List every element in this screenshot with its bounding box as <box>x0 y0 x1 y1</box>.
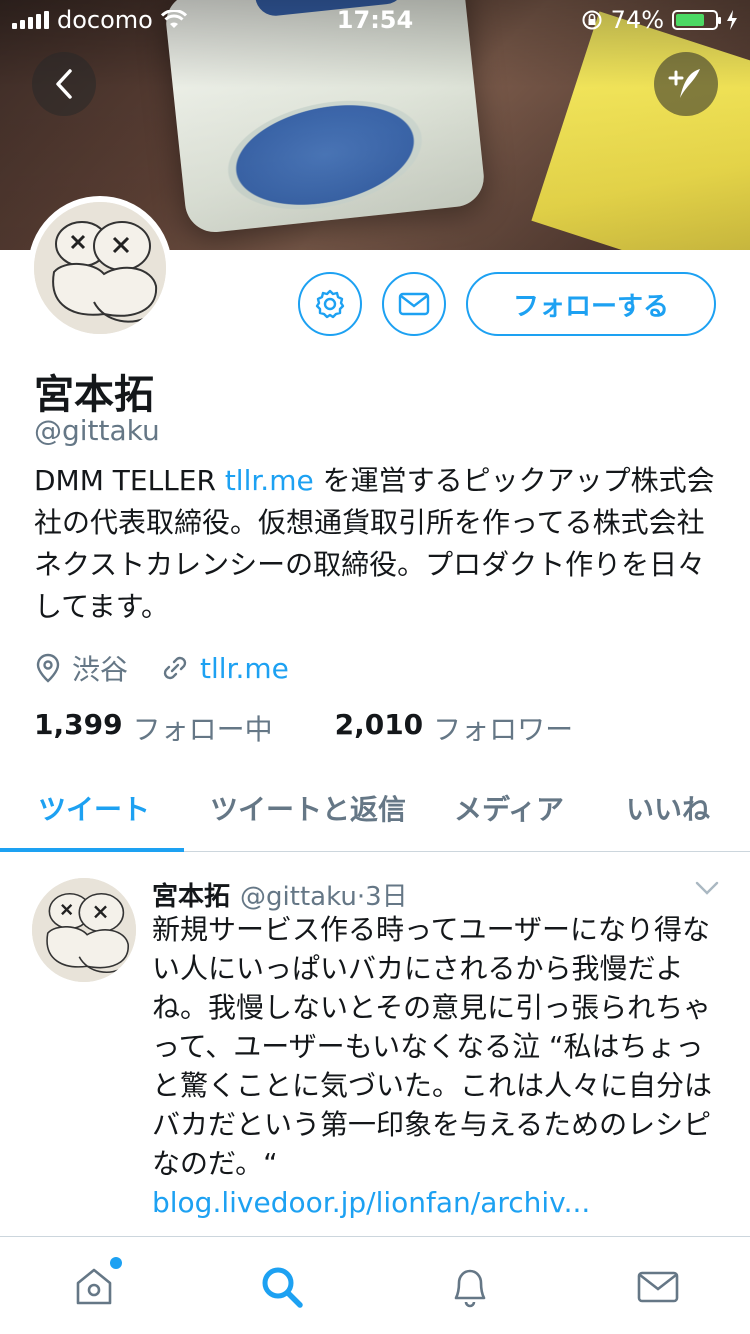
profile-tabs: ツイート ツイートと返信 メディア いいね <box>0 766 750 852</box>
messages-icon <box>637 1271 679 1303</box>
avatar-illustration <box>34 202 166 334</box>
website-link[interactable]: tllr.me <box>200 652 289 685</box>
tweet-time: 3日 <box>365 882 408 912</box>
following-label: フォロー中 <box>132 713 273 746</box>
tweet-author-handle: @gittaku <box>240 882 357 912</box>
settings-button[interactable] <box>298 272 362 336</box>
message-icon <box>398 292 430 316</box>
tweet-separator: · <box>356 882 366 912</box>
tweet-link[interactable]: blog.livedoor.jp/lionfan/archiv... <box>152 1183 722 1222</box>
status-right: 74% <box>581 6 738 34</box>
follow-counts: 1,399 フォロー中 2,010 フォロワー <box>34 708 635 748</box>
followers-number: 2,010 <box>334 708 424 741</box>
website-item[interactable]: tllr.me <box>160 652 289 685</box>
location-item: 渋谷 <box>34 648 128 688</box>
link-icon <box>163 656 187 680</box>
followers-count[interactable]: 2,010 フォロワー <box>335 708 574 748</box>
tab-tweets-and-replies[interactable]: ツイートと返信 <box>210 788 406 828</box>
rotation-lock-icon <box>582 10 602 30</box>
tab-tweets[interactable]: ツイート <box>38 788 150 828</box>
tweet-avatar-illustration <box>32 878 136 982</box>
compose-button[interactable] <box>654 52 718 116</box>
tweet-text: 新規サービス作る時ってユーザーになり得ない人にいっぱいバカにされるから我慢だよね… <box>152 910 722 1222</box>
tab-likes[interactable]: いいね <box>626 788 710 828</box>
followers-label: フォロワー <box>433 713 574 746</box>
location-text: 渋谷 <box>72 653 129 686</box>
nav-search[interactable] <box>256 1261 308 1313</box>
search-icon <box>262 1267 303 1308</box>
tweet-header: 宮本拓 @gittaku · 3日 <box>152 876 408 913</box>
profile-meta: 渋谷 tllr.me <box>34 648 321 688</box>
status-bar: docomo 17:54 74% <box>0 0 750 40</box>
battery-percent: 74% <box>610 6 664 34</box>
tweet-text-content: 新規サービス作る時ってユーザーになり得ない人にいっぱいバカにされるから我慢だよね… <box>152 913 713 1180</box>
back-icon <box>56 69 72 99</box>
compose-icon <box>668 69 700 98</box>
following-number: 1,399 <box>34 708 123 741</box>
tweet-menu-button[interactable] <box>694 880 720 900</box>
nav-home[interactable] <box>68 1257 122 1313</box>
location-icon <box>36 653 60 683</box>
follow-button[interactable]: フォローする <box>466 272 716 336</box>
bio-prefix: DMM TELLER <box>34 464 225 497</box>
tweet-avatar[interactable] <box>32 878 136 982</box>
tweet-item[interactable]: 宮本拓 @gittaku · 3日 新規サービス作る時ってユーザーになり得ない人… <box>0 852 750 1234</box>
settings-icon <box>315 289 345 319</box>
tweet-author-name: 宮本拓 <box>152 882 231 912</box>
profile-name: 宮本拓 <box>34 372 154 418</box>
notifications-icon <box>454 1269 486 1308</box>
message-button[interactable] <box>382 272 446 336</box>
profile-handle: @gittaku <box>34 414 160 447</box>
battery-fill <box>676 14 705 26</box>
profile-bio: DMM TELLER tllr.me を運営するピックアップ株式会社の代表取締役… <box>34 460 724 628</box>
bottom-navigation <box>0 1236 750 1334</box>
battery-icon <box>672 10 721 30</box>
profile-avatar[interactable] <box>28 196 172 340</box>
charging-icon <box>727 10 737 30</box>
bio-link[interactable]: tllr.me <box>225 464 314 497</box>
home-notification-dot <box>110 1257 122 1269</box>
tab-media[interactable]: メディア <box>454 788 564 828</box>
nav-messages[interactable] <box>632 1261 684 1313</box>
chevron-down-icon <box>695 881 719 895</box>
home-icon <box>76 1268 112 1305</box>
following-count[interactable]: 1,399 フォロー中 <box>34 708 273 748</box>
back-button[interactable] <box>32 52 96 116</box>
nav-notifications[interactable] <box>444 1261 496 1313</box>
